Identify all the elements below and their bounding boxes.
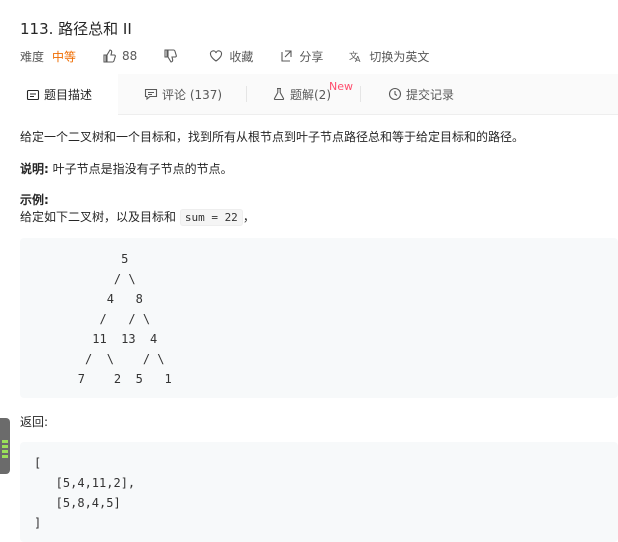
tab-solutions-label: 题解(2) bbox=[290, 87, 331, 102]
difficulty-label: 难度 bbox=[20, 49, 45, 64]
handle-bar bbox=[2, 450, 8, 453]
like-count: 88 bbox=[122, 49, 138, 63]
thumbs-up-icon bbox=[103, 49, 116, 63]
like-button[interactable]: 88 bbox=[102, 49, 137, 63]
document-icon bbox=[26, 89, 40, 100]
flask-icon bbox=[273, 87, 285, 101]
example-intro-text: 给定如下二叉树，以及目标和 bbox=[20, 210, 180, 224]
svg-text:A: A bbox=[355, 55, 361, 63]
tab-submissions[interactable]: 提交记录 bbox=[388, 74, 454, 114]
code-line: 5 bbox=[20, 252, 129, 266]
note-paragraph: 说明: 叶子节点是指没有子节点的节点。 bbox=[20, 160, 233, 177]
favorite-label: 收藏 bbox=[229, 49, 254, 64]
return-label: 返回: bbox=[20, 415, 49, 429]
tab-description[interactable]: 题目描述 bbox=[0, 74, 118, 115]
heart-icon bbox=[210, 50, 223, 62]
tab-solutions[interactable]: 题解(2) bbox=[272, 74, 331, 114]
note-label: 说明: bbox=[20, 162, 49, 176]
thumbs-down-icon bbox=[164, 49, 178, 63]
clock-icon bbox=[388, 87, 402, 101]
problem-meta-bar: 难度 中等 88 收藏 分享 文A 切换为英文 bbox=[20, 47, 455, 65]
handle-bar bbox=[2, 445, 8, 448]
handle-bar bbox=[2, 455, 8, 458]
favorite-button[interactable]: 收藏 bbox=[209, 48, 253, 65]
side-toggle-handle[interactable] bbox=[0, 418, 10, 474]
dislike-button[interactable] bbox=[163, 49, 183, 63]
translate-button[interactable]: 文A 切换为英文 bbox=[349, 48, 429, 65]
share-icon bbox=[281, 50, 292, 62]
code-line: 7 2 5 1 bbox=[20, 372, 172, 386]
new-badge: New bbox=[329, 80, 353, 93]
share-label: 分享 bbox=[299, 49, 324, 64]
tab-comments[interactable]: 评论 (137) bbox=[144, 74, 222, 114]
note-text: 叶子节点是指没有子节点的节点。 bbox=[48, 162, 233, 176]
difficulty-value: 中等 bbox=[52, 49, 77, 64]
tab-divider bbox=[246, 86, 247, 102]
problem-title: 113. 路径总和 II bbox=[20, 20, 132, 38]
example-intro-end: ， bbox=[242, 210, 255, 224]
handle-bar bbox=[2, 440, 8, 443]
example-label: 示例: bbox=[20, 193, 49, 207]
tab-comments-label: 评论 (137) bbox=[162, 87, 223, 102]
code-line: [ bbox=[34, 456, 42, 470]
code-line: 11 13 4 bbox=[20, 332, 158, 346]
problem-tabs: 题目描述 评论 (137) 题解(2) 提交记录 bbox=[0, 74, 618, 115]
code-line: ] bbox=[34, 516, 42, 530]
code-line: / \ / \ bbox=[20, 352, 165, 366]
tree-code-block: 5 / \ 4 8 / / \ 11 13 4 / \ / \ 7 2 5 1 bbox=[20, 238, 618, 398]
code-line: / / \ bbox=[20, 312, 151, 326]
result-code-block: [ [5,4,11,2], [5,8,4,5] ] bbox=[20, 442, 618, 542]
share-button[interactable]: 分享 bbox=[279, 48, 323, 65]
code-line: 4 8 bbox=[20, 292, 143, 306]
translate-icon: 文A bbox=[349, 50, 361, 63]
comment-icon bbox=[144, 88, 158, 101]
example-intro: 给定如下二叉树，以及目标和 sum = 22， bbox=[20, 208, 255, 226]
inline-code-sum: sum = 22 bbox=[179, 209, 243, 226]
tab-submissions-label: 提交记录 bbox=[406, 87, 455, 102]
code-line: [5,8,4,5] bbox=[34, 496, 121, 510]
tab-divider bbox=[360, 86, 361, 102]
code-line: [5,4,11,2], bbox=[34, 476, 136, 490]
problem-header: 113. 路径总和 II 难度 中等 88 收藏 分享 文A 切换为英文 bbox=[0, 0, 618, 74]
code-line: / \ bbox=[20, 272, 136, 286]
problem-description: 给定一个二叉树和一个目标和，找到所有从根节点到叶子节点路径总和等于给定目标和的路… bbox=[20, 130, 525, 144]
translate-label: 切换为英文 bbox=[369, 49, 430, 64]
tab-description-label: 题目描述 bbox=[43, 88, 92, 102]
